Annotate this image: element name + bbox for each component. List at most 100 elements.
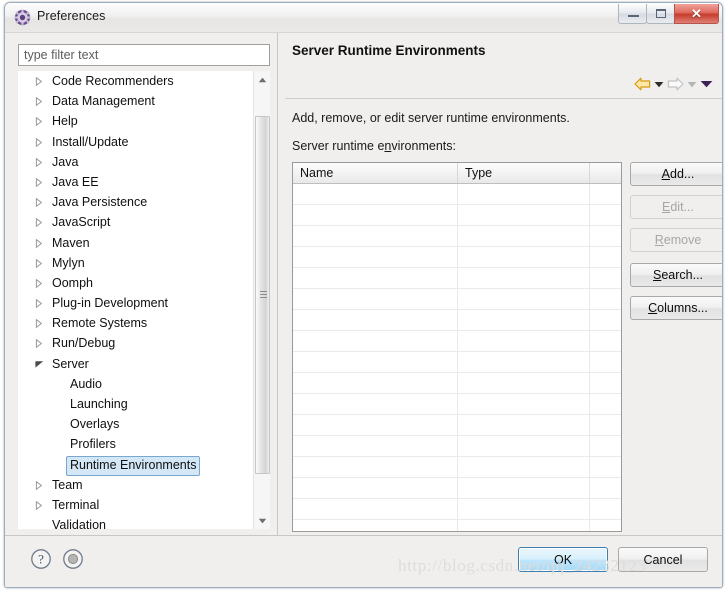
tree-collapsed-icon[interactable] (35, 91, 45, 111)
back-dropdown-icon[interactable] (654, 75, 664, 93)
sidebar-item-java[interactable]: Java (18, 152, 253, 172)
table-row[interactable] (293, 184, 621, 205)
sidebar-item-label: Data Management (52, 94, 155, 109)
table-row[interactable] (293, 331, 621, 352)
columns-button[interactable]: Columns... (630, 296, 722, 320)
table-action-buttons: Add... Edit... Remove Search... Columns.… (630, 162, 722, 329)
table-row[interactable] (293, 352, 621, 373)
table-cell-type (458, 373, 590, 393)
table-cell-name (293, 247, 458, 267)
tree-collapsed-icon[interactable] (35, 293, 45, 313)
sidebar-item-validation[interactable]: Validation (18, 515, 253, 529)
tree-collapsed-icon[interactable] (35, 253, 45, 273)
sidebar-item-runtime-environments[interactable]: Runtime Environments (18, 455, 253, 476)
table-cell-name (293, 478, 458, 498)
minimize-button[interactable] (618, 4, 647, 24)
sidebar-item-java-ee[interactable]: Java EE (18, 172, 253, 192)
tree-collapsed-icon[interactable] (35, 313, 45, 333)
table-column-header-name[interactable]: Name (293, 163, 458, 183)
table-cell-extra (590, 310, 621, 330)
sidebar-item-audio[interactable]: Audio (18, 374, 253, 394)
table-cell-type (458, 331, 590, 351)
sidebar-item-mylyn[interactable]: Mylyn (18, 253, 253, 273)
sidebar-item-remote-systems[interactable]: Remote Systems (18, 313, 253, 333)
tree-collapsed-icon[interactable] (35, 152, 45, 172)
sidebar-item-overlays[interactable]: Overlays (18, 414, 253, 434)
tree-collapsed-icon[interactable] (35, 71, 45, 91)
pane-divider (277, 33, 278, 535)
sidebar-item-oomph[interactable]: Oomph (18, 273, 253, 293)
scrollbar-grip-icon (260, 291, 267, 299)
table-row[interactable] (293, 226, 621, 247)
tree-collapsed-icon[interactable] (35, 192, 45, 212)
tree-collapsed-icon[interactable] (35, 132, 45, 152)
sidebar-item-javascript[interactable]: JavaScript (18, 212, 253, 232)
tree-collapsed-icon[interactable] (35, 172, 45, 192)
sidebar-item-code-recommenders[interactable]: Code Recommenders (18, 71, 253, 91)
table-cell-name (293, 520, 458, 531)
table-row[interactable] (293, 436, 621, 457)
table-row[interactable] (293, 457, 621, 478)
table-row[interactable] (293, 205, 621, 226)
chevron-up-icon (258, 77, 267, 83)
back-arrow-icon[interactable] (634, 75, 651, 93)
table-row[interactable] (293, 289, 621, 310)
sidebar-item-java-persistence[interactable]: Java Persistence (18, 192, 253, 212)
table-row[interactable] (293, 268, 621, 289)
tree-collapsed-icon[interactable] (35, 212, 45, 232)
table-column-header-extra[interactable] (590, 163, 621, 183)
table-cell-type (458, 499, 590, 519)
preferences-tree[interactable]: Code Recommenders Data Management Help Inst… (18, 71, 270, 529)
sidebar-item-help[interactable]: Help (18, 111, 253, 131)
tree-collapsed-icon[interactable] (35, 111, 45, 131)
sidebar-item-run-debug[interactable]: Run/Debug (18, 333, 253, 353)
table-column-header-type[interactable]: Type (458, 163, 590, 183)
sidebar-item-label: Validation (52, 518, 106, 529)
sidebar-item-label: Plug-in Development (52, 296, 169, 311)
table-cell-extra (590, 436, 621, 456)
runtime-environments-table[interactable]: Name Type (292, 162, 622, 532)
tree-expanded-icon[interactable] (35, 354, 45, 374)
table-cell-extra (590, 373, 621, 393)
sidebar-item-server[interactable]: Server (18, 354, 253, 374)
table-row[interactable] (293, 415, 621, 436)
sidebar-item-plug-in-development[interactable]: Plug-in Development (18, 293, 253, 313)
window-titlebar: Preferences ✕ (5, 3, 722, 33)
sidebar-item-launching[interactable]: Launching (18, 394, 253, 414)
table-row[interactable] (293, 478, 621, 499)
tree-collapsed-icon[interactable] (35, 233, 45, 253)
tree-collapsed-icon[interactable] (35, 475, 45, 495)
table-row[interactable] (293, 394, 621, 415)
table-row[interactable] (293, 310, 621, 331)
circle-dot-icon[interactable] (62, 548, 84, 570)
tree-collapsed-icon[interactable] (35, 495, 45, 515)
add-button[interactable]: Add... (630, 162, 722, 186)
scrollbar-thumb[interactable] (255, 116, 270, 474)
sidebar-item-data-management[interactable]: Data Management (18, 91, 253, 111)
close-button[interactable]: ✕ (674, 4, 719, 24)
view-menu-icon[interactable] (700, 75, 713, 93)
question-mark-icon[interactable]: ? (30, 548, 52, 570)
sidebar-item-terminal[interactable]: Terminal (18, 495, 253, 515)
filter-input-wrapper[interactable] (18, 44, 270, 66)
sidebar-item-profilers[interactable]: Profilers (18, 434, 253, 454)
table-row[interactable] (293, 373, 621, 394)
sidebar-item-maven[interactable]: Maven (18, 233, 253, 253)
table-cell-name (293, 394, 458, 414)
sidebar-item-install-update[interactable]: Install/Update (18, 132, 253, 152)
search-button[interactable]: Search... (630, 263, 722, 287)
list-label-pre: Server runtime e (292, 139, 385, 153)
maximize-button[interactable] (646, 4, 675, 24)
tree-vertical-scrollbar[interactable] (253, 71, 270, 529)
scroll-down-button[interactable] (254, 512, 270, 529)
tree-collapsed-icon[interactable] (35, 333, 45, 353)
sidebar-item-label: Server (52, 356, 89, 371)
search-input[interactable] (19, 45, 269, 65)
sidebar-item-label: Code Recommenders (52, 74, 174, 88)
tree-collapsed-icon[interactable] (35, 273, 45, 293)
table-row[interactable] (293, 247, 621, 268)
table-row[interactable] (293, 499, 621, 520)
scroll-up-button[interactable] (254, 71, 270, 88)
sidebar-item-team[interactable]: Team (18, 475, 253, 495)
table-row[interactable] (293, 520, 621, 531)
